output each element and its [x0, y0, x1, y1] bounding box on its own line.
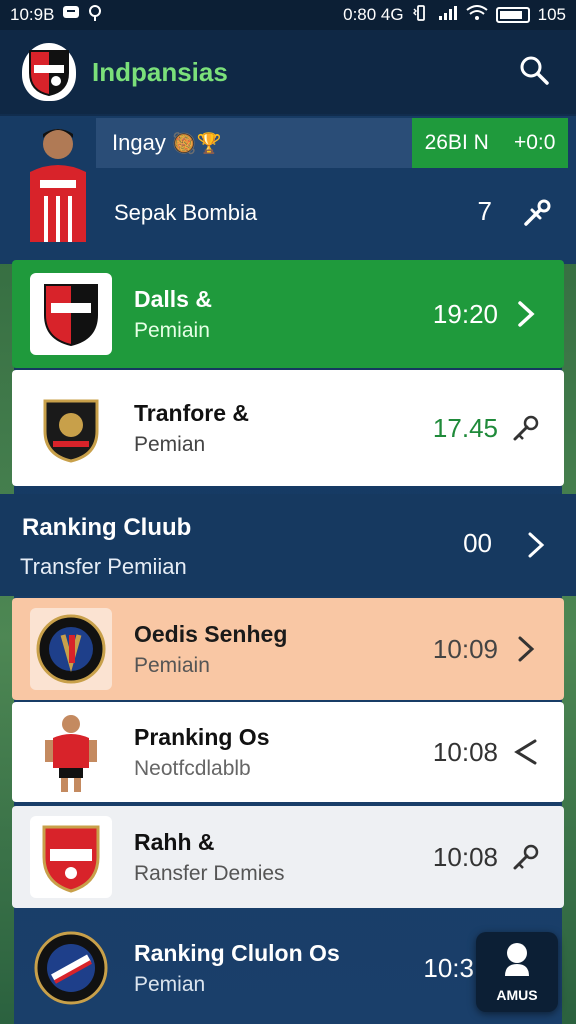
share-icon — [522, 199, 552, 232]
item-subtitle: Neotfcdlablb — [134, 756, 251, 780]
message-icon — [62, 5, 80, 26]
live-match-strip[interactable]: Ingay 🥘🏆 26BI N +0:0 — [96, 118, 568, 168]
item-time: 19:20 — [432, 298, 498, 329]
item-title: Pranking Os — [134, 723, 270, 750]
club-crest-icon — [30, 387, 112, 469]
status-bar: 10:9B 0:80 4G 105 — [0, 0, 576, 30]
club-crest-icon — [30, 608, 112, 690]
item-subtitle: Pemian — [134, 432, 206, 456]
app-title: Indpansias — [92, 56, 228, 87]
club-crest-icon — [30, 273, 112, 355]
item-time: 10:08 — [432, 736, 498, 767]
list-item[interactable]: Oedis Senheg Pemiain 10:09 — [12, 598, 564, 700]
search-button[interactable] — [514, 52, 554, 92]
item-time: 17.45 — [432, 412, 498, 443]
pitch-background-right — [562, 250, 576, 1024]
item-title: Ranking Clulon Os — [134, 939, 340, 966]
club-crest-icon — [30, 816, 112, 898]
signal-icon — [438, 5, 458, 26]
share-button[interactable] — [522, 198, 552, 233]
item-time: 10:08 — [432, 841, 498, 872]
chevron-right-icon[interactable] — [498, 299, 554, 329]
list-item[interactable]: Tranfore & Pemian 17.45 — [12, 370, 564, 486]
item-time: 10:3 — [423, 952, 474, 983]
item-subtitle: Pemiain — [134, 318, 210, 342]
section-header[interactable]: Ranking Cluub Transfer Pemiian 00 — [0, 494, 576, 596]
chevron-right-icon[interactable] — [498, 634, 554, 664]
banner-subtitle: Sepak Bombia — [114, 200, 258, 225]
list-item[interactable]: Pranking Os Neotfcdlablb 10:08 — [12, 702, 564, 802]
wifi-icon — [466, 4, 488, 26]
location-icon — [88, 4, 102, 27]
player-avatar — [24, 122, 92, 242]
status-time: 10:9B — [10, 5, 55, 24]
score-right: +0:0 — [513, 131, 556, 154]
key-icon[interactable] — [498, 413, 554, 443]
section-count: 00 — [463, 528, 492, 558]
item-subtitle: Pemiain — [134, 653, 210, 677]
share-icon[interactable] — [498, 737, 554, 767]
item-time: 10:09 — [432, 633, 498, 664]
app-bar: Indpansias — [0, 30, 576, 114]
item-title: Tranfore & — [134, 399, 250, 426]
search-icon — [519, 55, 549, 90]
score-left: 26BI N — [424, 131, 489, 154]
vibrate-icon — [412, 4, 430, 26]
account-label: AMUS — [496, 986, 538, 1003]
battery-level: 105 — [537, 5, 566, 24]
account-button[interactable]: AMUS — [476, 932, 558, 1012]
section-title: Ranking Cluub — [22, 514, 192, 541]
club-crest-icon — [30, 927, 112, 1009]
item-subtitle: Pemian — [134, 972, 206, 996]
item-subtitle: Ransfer Demies — [134, 861, 285, 885]
battery-icon — [495, 7, 530, 23]
key-icon[interactable] — [498, 842, 554, 872]
banner-number: 7 — [477, 196, 492, 226]
score-box: 26BI N +0:0 — [412, 118, 568, 168]
featured-banner[interactable]: Ingay 🥘🏆 26BI N +0:0 Sepak Bombia 7 — [0, 116, 576, 264]
section-subtitle: Transfer Pemiian — [20, 554, 187, 579]
user-icon — [502, 942, 532, 981]
banner-emoji: 🥘🏆 — [171, 132, 222, 155]
list-item[interactable]: Rahh & Ransfer Demies 10:08 — [12, 806, 564, 908]
item-title: Rahh & — [134, 828, 215, 855]
item-title: Dalls & — [134, 285, 212, 312]
banner-label: Ingay — [112, 130, 166, 155]
player-avatar — [30, 711, 112, 793]
club-logo-icon[interactable] — [22, 43, 76, 101]
item-title: Oedis Senheg — [134, 620, 288, 647]
list-item[interactable]: Dalls & Pemiain 19:20 — [12, 260, 564, 368]
chevron-right-icon[interactable] — [526, 530, 546, 565]
status-network-info: 0:80 4G — [343, 5, 404, 24]
